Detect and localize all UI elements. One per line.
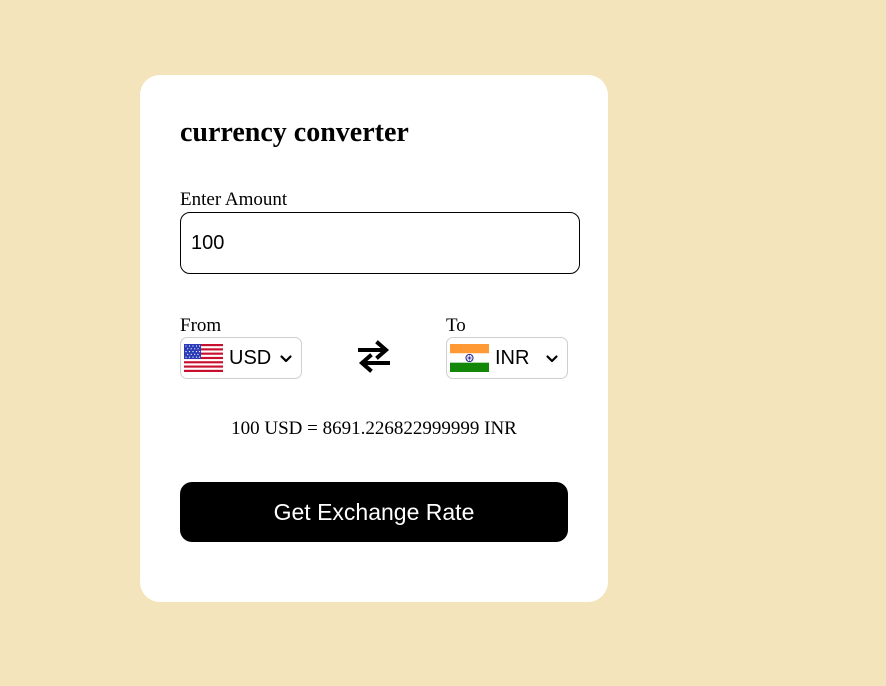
amount-input[interactable] — [180, 212, 580, 274]
to-currency-select[interactable]: INR — [446, 337, 568, 379]
india-flag-icon — [450, 344, 489, 372]
amount-label: Enter Amount — [180, 189, 288, 210]
to-label: To — [446, 315, 466, 336]
from-currency-code: USD — [229, 347, 272, 369]
from-label: From — [180, 315, 222, 336]
converter-card: currency converter Enter Amount From USD — [140, 75, 608, 602]
to-currency-code: INR — [495, 347, 530, 369]
us-flag-icon — [184, 344, 223, 372]
swap-arrows-icon[interactable] — [355, 338, 393, 374]
page-title: currency converter — [180, 117, 409, 148]
chevron-down-icon — [280, 355, 292, 363]
from-currency-select[interactable]: USD — [180, 337, 302, 379]
get-exchange-rate-button[interactable]: Get Exchange Rate — [180, 482, 568, 542]
exchange-result: 100 USD = 8691.226822999999 INR — [231, 418, 517, 439]
chevron-down-icon — [546, 355, 558, 363]
